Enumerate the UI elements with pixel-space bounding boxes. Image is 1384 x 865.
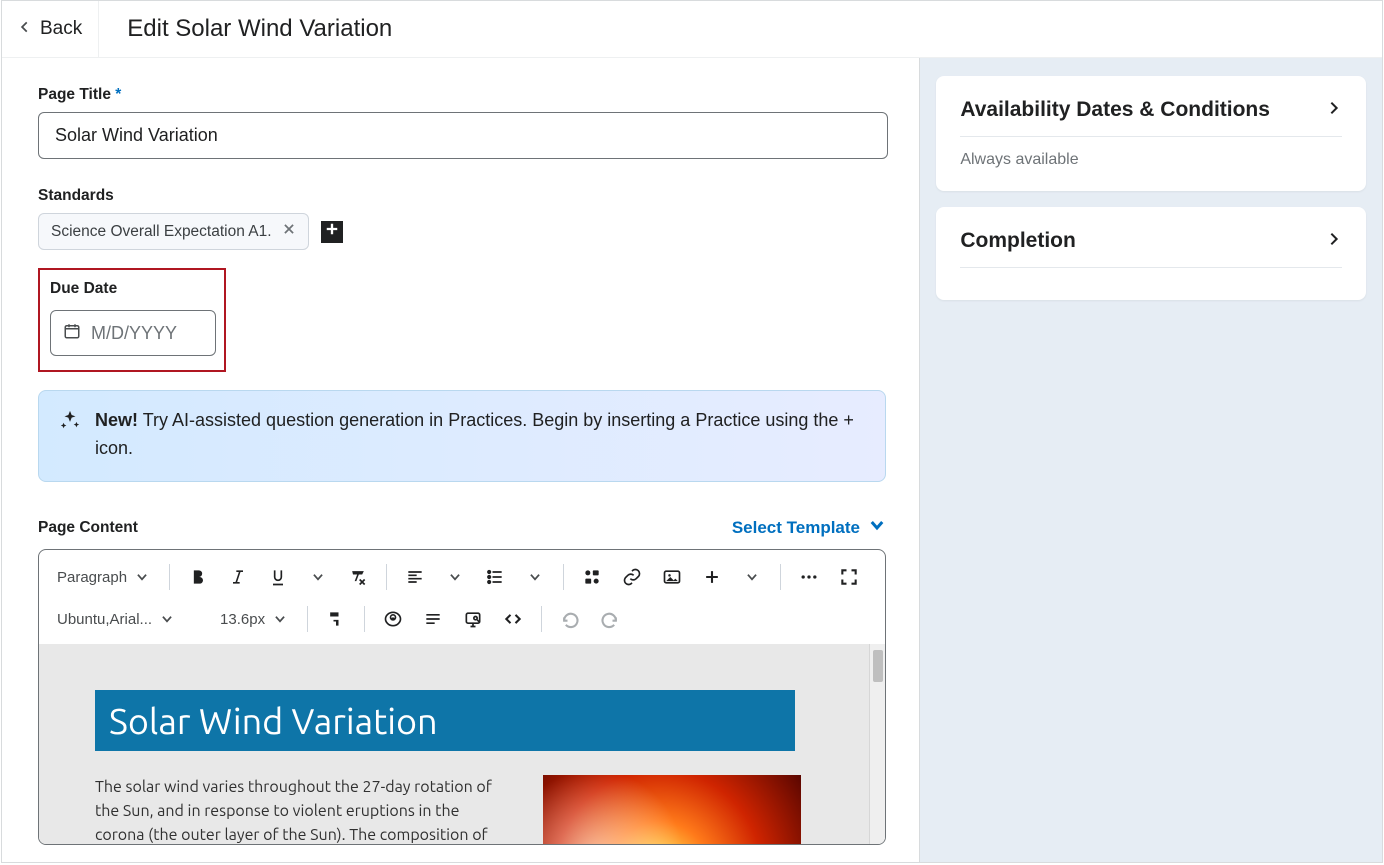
page-title-label: Page Title * xyxy=(38,86,891,104)
standards-label: Standards xyxy=(38,187,891,205)
chevron-right-icon xyxy=(1326,100,1342,121)
format-painter-button[interactable] xyxy=(318,602,354,636)
chevron-right-icon xyxy=(1326,231,1342,252)
availability-title: Availability Dates & Conditions xyxy=(960,98,1270,122)
rich-text-editor: Paragraph xyxy=(38,549,886,845)
clear-format-button[interactable] xyxy=(340,560,376,594)
insert-stuff-button[interactable] xyxy=(574,560,610,594)
sidebar-scroll-area[interactable]: Availability Dates & Conditions Always a… xyxy=(920,58,1382,862)
source-code-button[interactable] xyxy=(495,602,531,636)
chevron-left-icon xyxy=(18,20,32,39)
font-family-select[interactable]: Ubuntu,Arial... xyxy=(47,602,184,636)
page-title: Edit Solar Wind Variation xyxy=(99,15,392,43)
availability-card: Availability Dates & Conditions Always a… xyxy=(936,76,1366,191)
font-size-select[interactable]: 13.6px xyxy=(210,602,297,636)
due-date-label: Due Date xyxy=(50,280,214,298)
editor-scrollbar[interactable] xyxy=(869,644,885,844)
completion-card: Completion xyxy=(936,207,1366,300)
add-standard-button[interactable] xyxy=(321,221,343,243)
more-actions-button[interactable] xyxy=(791,560,827,594)
completion-header[interactable]: Completion xyxy=(960,229,1342,268)
doc-paragraph: The solar wind varies throughout the 27-… xyxy=(95,775,495,845)
main-scroll-area[interactable]: Page Title * Standards Science Overall E… xyxy=(2,58,919,862)
select-template-label: Select Template xyxy=(732,518,860,538)
chevron-down-icon xyxy=(868,516,886,539)
preview-button[interactable] xyxy=(455,602,491,636)
availability-status: Always available xyxy=(960,137,1342,169)
sparkle-icon xyxy=(59,407,81,436)
ai-banner: New! Try AI-assisted question generation… xyxy=(38,390,886,482)
sun-image xyxy=(543,775,801,845)
standards-chip-label: Science Overall Expectation A1. xyxy=(51,223,272,241)
underline-button[interactable] xyxy=(260,560,296,594)
insert-more-options[interactable] xyxy=(734,560,770,594)
underline-options[interactable] xyxy=(300,560,336,594)
redo-button[interactable] xyxy=(592,602,628,636)
select-template-button[interactable]: Select Template xyxy=(732,516,886,539)
bold-button[interactable] xyxy=(180,560,216,594)
align-button[interactable] xyxy=(397,560,433,594)
word-count-button[interactable] xyxy=(415,602,451,636)
insert-image-button[interactable] xyxy=(654,560,690,594)
accessibility-check-button[interactable] xyxy=(375,602,411,636)
calendar-icon xyxy=(63,322,81,345)
list-button[interactable] xyxy=(477,560,513,594)
list-options[interactable] xyxy=(517,560,553,594)
insert-link-button[interactable] xyxy=(614,560,650,594)
due-date-placeholder: M/D/YYYY xyxy=(91,323,177,344)
doc-heading: Solar Wind Variation xyxy=(95,690,795,751)
editor-content-area[interactable]: Solar Wind Variation The solar wind vari… xyxy=(39,644,885,844)
standards-chip[interactable]: Science Overall Expectation A1. xyxy=(38,213,309,250)
due-date-input[interactable]: M/D/YYYY xyxy=(50,310,216,356)
insert-more-button[interactable] xyxy=(694,560,730,594)
completion-title: Completion xyxy=(960,229,1076,253)
close-icon[interactable] xyxy=(282,222,296,241)
plus-icon xyxy=(325,222,339,241)
back-button[interactable]: Back xyxy=(2,1,99,57)
due-date-section: Due Date M/D/YYYY xyxy=(38,268,226,372)
availability-header[interactable]: Availability Dates & Conditions xyxy=(960,98,1342,137)
ai-banner-text: New! Try AI-assisted question generation… xyxy=(95,407,865,463)
align-options[interactable] xyxy=(437,560,473,594)
page-content-label: Page Content xyxy=(38,519,138,537)
editor-toolbar: Paragraph xyxy=(39,550,885,644)
italic-button[interactable] xyxy=(220,560,256,594)
undo-button[interactable] xyxy=(552,602,588,636)
page-title-input[interactable] xyxy=(38,112,888,159)
block-format-select[interactable]: Paragraph xyxy=(47,560,159,594)
back-label: Back xyxy=(40,18,82,40)
fullscreen-button[interactable] xyxy=(831,560,867,594)
